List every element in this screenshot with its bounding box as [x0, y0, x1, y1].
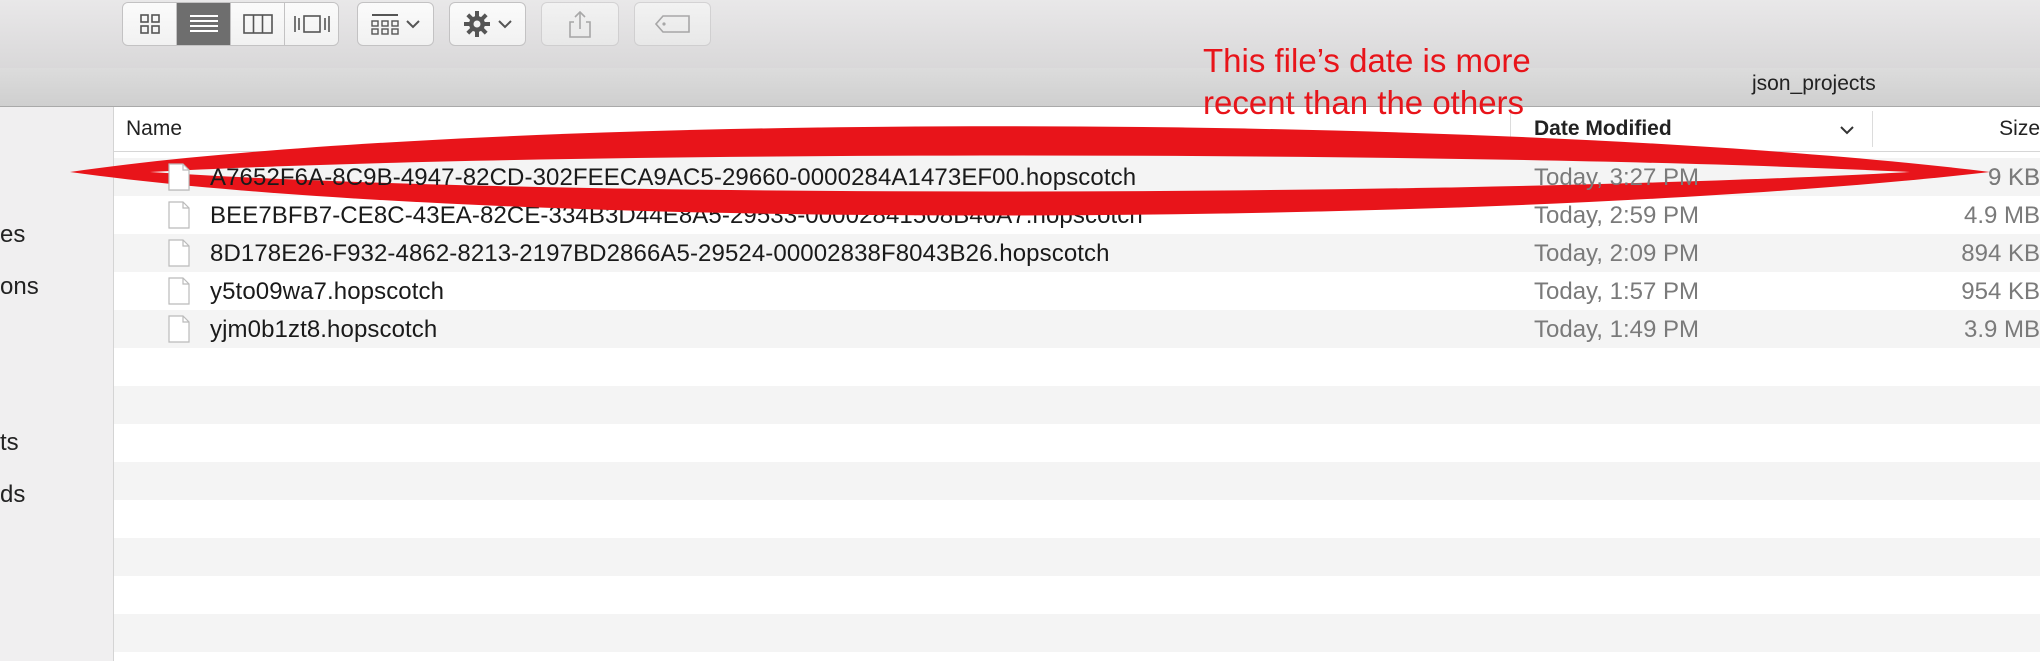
document-icon: [168, 163, 190, 191]
empty-row: [114, 500, 2040, 538]
arrange-icon: [371, 14, 399, 35]
file-list: A7652F6A-8C9B-4947-82CD-302FEECA9AC5-296…: [114, 158, 2040, 652]
sidebar-item-label: ds: [0, 481, 26, 508]
sidebar-item[interactable]: ons: [0, 273, 39, 301]
toolbar: [0, 0, 2040, 68]
annotation-text: This file’s date is more recent than the…: [1203, 40, 1623, 124]
empty-row: [114, 462, 2040, 500]
cover-flow-icon: [293, 15, 330, 33]
column-divider[interactable]: [1872, 111, 1873, 147]
list-icon: [189, 15, 218, 32]
file-name: y5to09wa7.hopscotch: [210, 278, 445, 305]
empty-row: [114, 538, 2040, 576]
chevron-down-icon: [1840, 126, 1854, 135]
share-icon: [569, 10, 591, 38]
file-row[interactable]: yjm0b1zt8.hopscotch Today, 1:49 PM 3.9 M…: [114, 310, 2040, 348]
file-date: Today, 3:27 PM: [1534, 164, 1699, 191]
columns-icon: [242, 14, 273, 34]
column-header-bar: Name Date Modified Size: [114, 107, 2040, 152]
file-date: Today, 1:49 PM: [1534, 316, 1699, 343]
file-row[interactable]: A7652F6A-8C9B-4947-82CD-302FEECA9AC5-296…: [114, 158, 2040, 196]
sidebar-item[interactable]: ts: [0, 429, 19, 457]
folder-title: json_projects: [1752, 72, 1876, 95]
file-size: 9 KB: [1987, 164, 2040, 191]
share-button[interactable]: [541, 2, 619, 46]
sidebar-item-label: ons: [0, 273, 39, 300]
arrange-button[interactable]: [357, 2, 434, 46]
empty-row: [114, 576, 2040, 614]
document-icon: [168, 239, 190, 267]
file-name: BEE7BFB7-CE8C-43EA-82CE-334B3D44E8A5-295…: [210, 202, 1143, 229]
view-mode-control[interactable]: [122, 2, 339, 46]
file-name: yjm0b1zt8.hopscotch: [210, 316, 438, 343]
path-bar: json_projects: [0, 68, 2040, 107]
icon-view-button[interactable]: [123, 3, 177, 45]
sidebar-item[interactable]: ds: [0, 481, 25, 509]
tag-icon: [654, 15, 690, 33]
file-date: Today, 1:57 PM: [1534, 278, 1699, 305]
file-name: 8D178E26-F932-4862-8213-2197BD2866A5-295…: [210, 240, 1110, 267]
annotation-line: This file’s date is more: [1203, 42, 1531, 79]
list-view-button[interactable]: [177, 3, 231, 45]
file-size: 894 KB: [1961, 240, 2040, 267]
sidebar-item-label: es: [0, 221, 26, 248]
cover-flow-view-button[interactable]: [285, 3, 338, 45]
sidebar-item[interactable]: es: [0, 221, 25, 249]
sidebar: es ons ts ds: [0, 107, 114, 661]
file-date: Today, 2:09 PM: [1534, 240, 1699, 267]
document-icon: [168, 277, 190, 305]
chevron-down-icon: [406, 20, 420, 29]
tag-button[interactable]: [634, 2, 711, 46]
sidebar-item-label: ts: [0, 429, 19, 456]
file-date: Today, 2:59 PM: [1534, 202, 1699, 229]
grid-icon: [139, 14, 160, 34]
file-row[interactable]: y5to09wa7.hopscotch Today, 1:57 PM 954 K…: [114, 272, 2040, 310]
file-size: 954 KB: [1961, 278, 2040, 305]
action-button[interactable]: [449, 2, 526, 46]
file-size: 4.9 MB: [1963, 202, 2040, 229]
file-row[interactable]: 8D178E26-F932-4862-8213-2197BD2866A5-295…: [114, 234, 2040, 272]
document-icon: [168, 315, 190, 343]
empty-row: [114, 348, 2040, 386]
file-size: 3.9 MB: [1963, 316, 2040, 343]
column-view-button[interactable]: [231, 3, 285, 45]
empty-row: [114, 424, 2040, 462]
column-header-name[interactable]: Name: [126, 117, 182, 141]
annotation-line: recent than the others: [1203, 84, 1525, 121]
empty-row: [114, 386, 2040, 424]
chevron-down-icon: [498, 20, 512, 29]
file-name: A7652F6A-8C9B-4947-82CD-302FEECA9AC5-296…: [210, 164, 1137, 191]
gear-icon: [464, 11, 490, 37]
column-header-size[interactable]: Size: [1999, 117, 2040, 141]
empty-row: [114, 614, 2040, 652]
document-icon: [168, 201, 190, 229]
file-row[interactable]: BEE7BFB7-CE8C-43EA-82CE-334B3D44E8A5-295…: [114, 196, 2040, 234]
